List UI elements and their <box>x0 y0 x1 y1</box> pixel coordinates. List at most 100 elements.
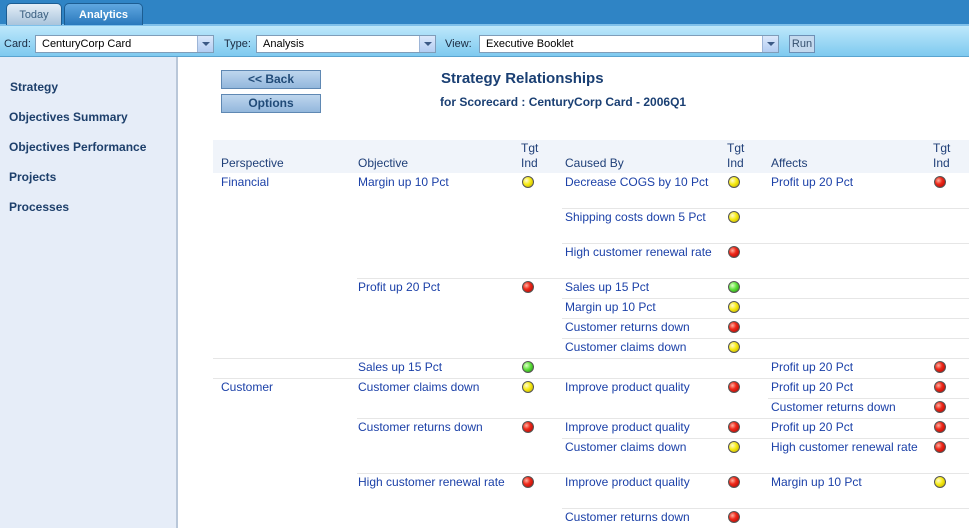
objective-cell[interactable]: Customer returns down <box>358 420 506 435</box>
header-objective: Objective <box>358 156 409 170</box>
row-divider <box>562 338 969 339</box>
affects-cell[interactable]: High customer renewal rate <box>771 440 919 455</box>
caused-by-cell[interactable]: Margin up 10 Pct <box>565 300 713 315</box>
indicator-green-icon <box>728 281 740 293</box>
tab-today[interactable]: Today <box>6 3 62 25</box>
caused-by-cell[interactable]: Customer returns down <box>565 510 713 525</box>
header-tgt-ind-2-top: Tgt <box>727 141 745 155</box>
view-label: View: <box>445 38 472 50</box>
page-title: Strategy Relationships <box>441 70 604 87</box>
type-select[interactable]: Analysis <box>256 35 436 53</box>
row-divider <box>562 208 969 209</box>
affects-cell[interactable]: Profit up 20 Pct <box>771 175 919 190</box>
row-divider <box>562 243 969 244</box>
sidebar: Strategy Objectives Summary Objectives P… <box>0 57 178 528</box>
affects-cell[interactable]: Profit up 20 Pct <box>771 420 919 435</box>
tab-analytics[interactable]: Analytics <box>64 3 143 25</box>
row-divider <box>357 473 969 474</box>
indicator-yellow-icon <box>728 441 740 453</box>
type-label: Type: <box>224 38 251 50</box>
row-divider <box>357 418 969 419</box>
objective-cell[interactable]: Margin up 10 Pct <box>358 175 506 190</box>
caused-by-cell[interactable]: Decrease COGS by 10 Pct <box>565 175 713 190</box>
header-tgt-ind-2-bottom: Ind <box>727 156 744 170</box>
header-perspective: Perspective <box>221 156 284 170</box>
caused-by-cell[interactable]: Customer claims down <box>565 340 713 355</box>
sidebar-item-strategy[interactable]: Strategy <box>10 80 58 94</box>
indicator-red-icon <box>728 421 740 433</box>
tab-bar: Today Analytics <box>0 0 969 26</box>
objective-cell[interactable]: Customer claims down <box>358 380 506 395</box>
sidebar-item-processes[interactable]: Processes <box>9 200 69 214</box>
page-subtitle: for Scorecard : CenturyCorp Card - 2006Q… <box>440 95 687 109</box>
header-caused-by: Caused By <box>565 156 624 170</box>
row-divider <box>213 358 969 359</box>
indicator-yellow-icon <box>522 381 534 393</box>
row-divider <box>357 278 969 279</box>
indicator-red-icon <box>728 381 740 393</box>
header-tgt-ind-1-bottom: Ind <box>521 156 538 170</box>
perspective-cell[interactable]: Financial <box>221 175 346 190</box>
chevron-down-icon[interactable] <box>419 36 435 52</box>
indicator-yellow-icon <box>728 301 740 313</box>
header-tgt-ind-3-top: Tgt <box>933 141 951 155</box>
card-select[interactable]: CenturyCorp Card <box>35 35 214 53</box>
type-select-value: Analysis <box>263 38 304 50</box>
filter-toolbar: Card: CenturyCorp Card Type: Analysis Vi… <box>0 26 969 57</box>
caused-by-cell[interactable]: Customer returns down <box>565 320 713 335</box>
indicator-red-icon <box>934 421 946 433</box>
back-button[interactable]: << Back <box>221 70 321 89</box>
objective-cell[interactable]: Profit up 20 Pct <box>358 280 506 295</box>
indicator-green-icon <box>522 361 534 373</box>
run-button[interactable]: Run <box>789 35 815 53</box>
affects-cell[interactable]: Profit up 20 Pct <box>771 360 919 375</box>
card-select-value: CenturyCorp Card <box>42 38 132 50</box>
chevron-down-icon[interactable] <box>197 36 213 52</box>
indicator-yellow-icon <box>522 176 534 188</box>
sidebar-item-objectives-summary[interactable]: Objectives Summary <box>9 110 128 124</box>
header-affects: Affects <box>771 156 808 170</box>
caused-by-cell[interactable]: Customer claims down <box>565 440 713 455</box>
perspective-cell[interactable]: Customer <box>221 380 346 395</box>
sidebar-item-objectives-performance[interactable]: Objectives Performance <box>9 140 146 154</box>
indicator-yellow-icon <box>728 341 740 353</box>
row-divider <box>562 298 969 299</box>
header-tgt-ind-1-top: Tgt <box>521 141 539 155</box>
affects-cell[interactable]: Margin up 10 Pct <box>771 475 919 490</box>
row-divider <box>768 398 969 399</box>
row-divider <box>562 508 969 509</box>
indicator-red-icon <box>934 441 946 453</box>
indicator-red-icon <box>934 401 946 413</box>
row-divider <box>562 318 969 319</box>
indicator-red-icon <box>934 176 946 188</box>
indicator-red-icon <box>934 381 946 393</box>
indicator-red-icon <box>522 421 534 433</box>
view-select[interactable]: Executive Booklet <box>479 35 779 53</box>
main-content: << Back Options Strategy Relationships f… <box>180 57 969 528</box>
objective-cell[interactable]: High customer renewal rate <box>358 475 506 490</box>
view-select-value: Executive Booklet <box>486 38 574 50</box>
caused-by-cell[interactable]: Improve product quality <box>565 380 713 395</box>
indicator-yellow-icon <box>728 211 740 223</box>
caused-by-cell[interactable]: Improve product quality <box>565 420 713 435</box>
card-label: Card: <box>4 38 31 50</box>
row-divider <box>213 378 969 379</box>
indicator-yellow-icon <box>728 176 740 188</box>
indicator-red-icon <box>934 361 946 373</box>
sidebar-item-projects[interactable]: Projects <box>9 170 56 184</box>
indicator-yellow-icon <box>934 476 946 488</box>
row-divider <box>562 438 969 439</box>
objective-cell[interactable]: Sales up 15 Pct <box>358 360 506 375</box>
header-tgt-ind-3-bottom: Ind <box>933 156 950 170</box>
affects-cell[interactable]: Customer returns down <box>771 400 919 415</box>
options-button[interactable]: Options <box>221 94 321 113</box>
caused-by-cell[interactable]: High customer renewal rate <box>565 245 713 260</box>
caused-by-cell[interactable]: Sales up 15 Pct <box>565 280 713 295</box>
caused-by-cell[interactable]: Shipping costs down 5 Pct <box>565 210 713 225</box>
chevron-down-icon[interactable] <box>762 36 778 52</box>
affects-cell[interactable]: Profit up 20 Pct <box>771 380 919 395</box>
indicator-red-icon <box>522 476 534 488</box>
indicator-red-icon <box>522 281 534 293</box>
caused-by-cell[interactable]: Improve product quality <box>565 475 713 490</box>
indicator-red-icon <box>728 321 740 333</box>
